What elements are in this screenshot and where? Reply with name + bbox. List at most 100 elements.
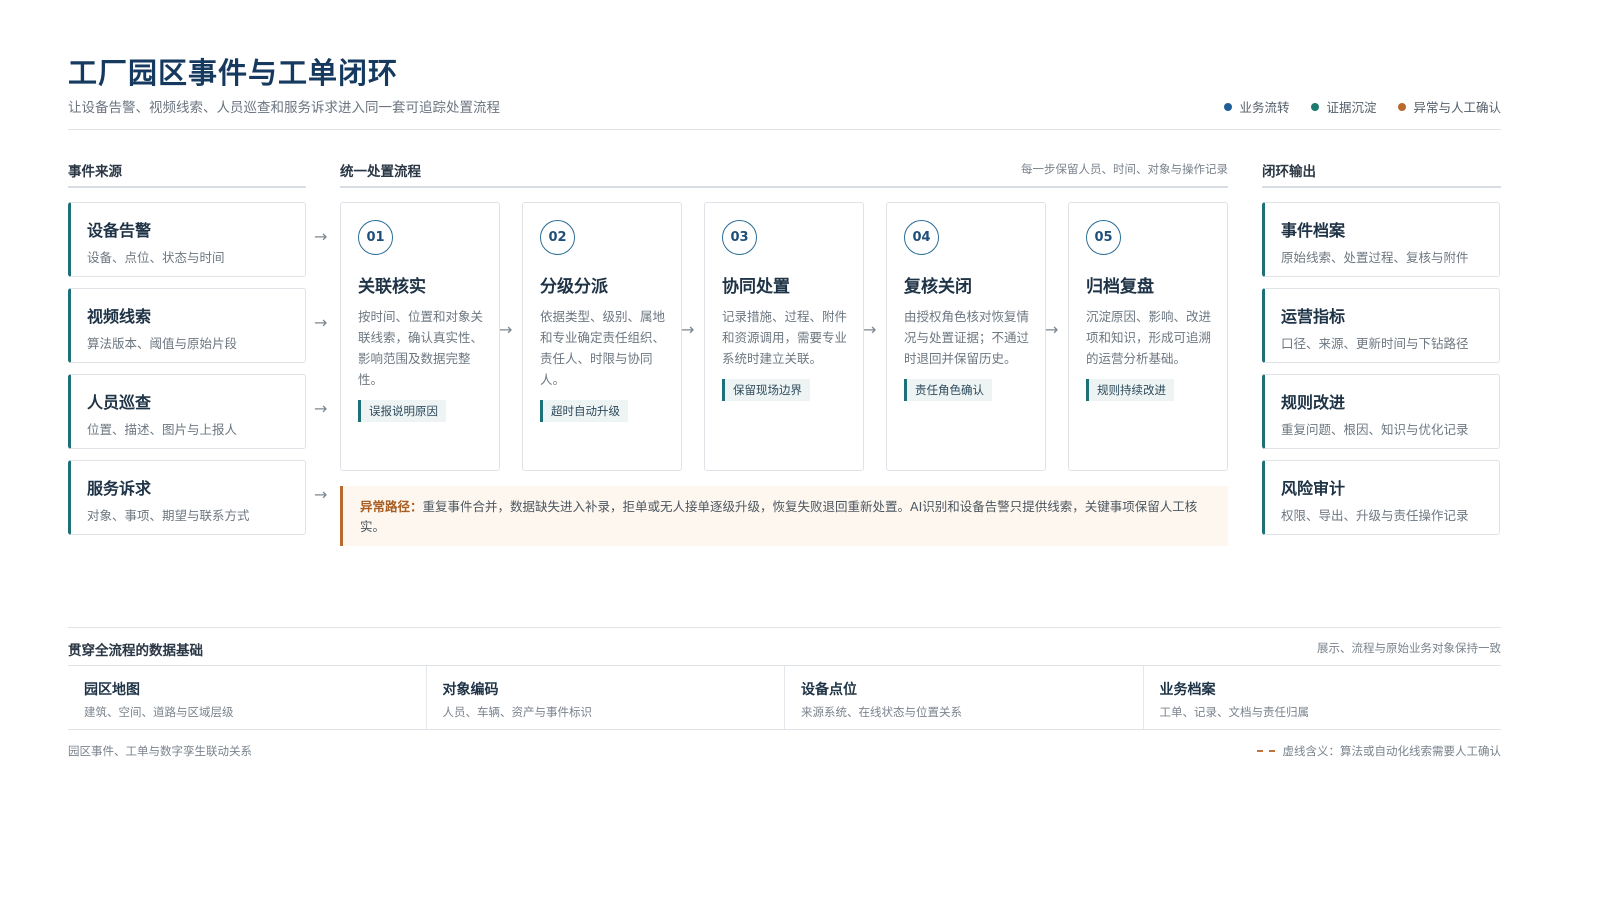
- output-desc: 原始线索、处置过程、复核与附件: [1281, 250, 1469, 265]
- legend-dot-evidence: [1311, 102, 1320, 111]
- arrow-icon: →: [314, 485, 328, 504]
- step-card-review[interactable]: 04 复核关闭 由授权角色核对恢复情况与处置证据；不通过时退回并保留历史。 责任…: [886, 202, 1046, 471]
- source-desc: 位置、描述、图片与上报人: [87, 422, 238, 437]
- foundation-desc: 人员、车辆、资产与事件标识: [442, 705, 593, 719]
- foundation-title: 对象编码: [442, 682, 499, 698]
- foundation-note: 展示、流程与原始业务对象保持一致: [1317, 641, 1501, 655]
- foundation-desc: 建筑、空间、道路与区域层级: [84, 705, 234, 719]
- foundation-desc: 来源系统、在线状态与位置关系: [801, 705, 962, 719]
- foundation-cell-device-point[interactable]: 设备点位 来源系统、在线状态与位置关系: [784, 666, 1143, 729]
- process-rule: [340, 186, 1228, 188]
- source-card-service[interactable]: 服务诉求 对象、事项、期望与联系方式: [68, 460, 306, 535]
- foundation-divider: [68, 627, 1501, 628]
- legend-item-flow: 业务流转: [1224, 97, 1289, 116]
- step-desc: 按时间、位置和对象关联线索，确认真实性、影响范围及数据完整性。: [358, 309, 484, 387]
- legend-dot-flow: [1224, 102, 1233, 111]
- output-title: 风险审计: [1281, 479, 1346, 498]
- output-card-event-archive[interactable]: 事件档案 原始线索、处置过程、复核与附件: [1262, 202, 1500, 277]
- step-number: 03: [722, 220, 757, 255]
- foundation-desc: 工单、记录、文档与责任归属: [1159, 705, 1310, 719]
- output-desc: 权限、导出、升级与责任操作记录: [1281, 508, 1469, 523]
- step-card-dispatch[interactable]: 02 分级分派 依据类型、级别、属地和专业确定责任组织、责任人、时限与协同人。 …: [522, 202, 682, 471]
- arrow-icon: →: [863, 320, 877, 339]
- step-tag: 误报说明原因: [358, 400, 446, 422]
- source-title: 设备告警: [87, 221, 152, 240]
- outputs-rule: [1262, 186, 1501, 188]
- output-card-audit[interactable]: 风险审计 权限、导出、升级与责任操作记录: [1262, 460, 1500, 535]
- step-title: 分级分派: [540, 277, 608, 297]
- foundation-cell-object-code[interactable]: 对象编码 人员、车辆、资产与事件标识: [425, 666, 785, 729]
- outputs-heading: 闭环输出: [1262, 164, 1316, 180]
- arrow-icon: →: [499, 320, 513, 339]
- sources-rule: [68, 186, 306, 188]
- arrow-icon: →: [1045, 320, 1059, 339]
- foundation-title: 业务档案: [1159, 682, 1216, 698]
- step-number: 01: [358, 220, 393, 255]
- output-title: 规则改进: [1281, 393, 1346, 412]
- dashed-line-icon: [1256, 750, 1275, 752]
- source-title: 人员巡查: [87, 393, 152, 412]
- step-desc: 记录措施、过程、附件和资源调用，需要专业系统时建立关联。: [722, 309, 848, 366]
- source-desc: 算法版本、阈值与原始片段: [87, 336, 238, 351]
- step-number: 04: [904, 220, 939, 255]
- legend-item-exception: 异常与人工确认: [1398, 97, 1501, 116]
- step-number: 05: [1086, 220, 1121, 255]
- arrow-icon: →: [314, 227, 328, 246]
- legend-label: 业务流转: [1239, 100, 1290, 115]
- arrow-icon: →: [681, 320, 695, 339]
- header-divider: [68, 129, 1501, 130]
- legend-dot-exception: [1398, 102, 1407, 111]
- exception-path-note: 异常路径：重复事件合并，数据缺失进入补录，拒单或无人接单逐级升级，恢复失败退回重…: [340, 486, 1228, 546]
- step-desc: 依据类型、级别、属地和专业确定责任组织、责任人、时限与协同人。: [540, 309, 666, 387]
- legend: 业务流转 证据沉淀 异常与人工确认: [1224, 97, 1501, 116]
- process-note: 每一步保留人员、时间、对象与操作记录: [1021, 162, 1228, 176]
- step-desc: 由授权角色核对恢复情况与处置证据；不通过时退回并保留历史。: [904, 309, 1030, 366]
- sources-heading: 事件来源: [68, 164, 122, 180]
- step-desc: 沉淀原因、影响、改进项和知识，形成可追溯的运营分析基础。: [1086, 309, 1212, 366]
- step-title: 协同处置: [722, 277, 790, 297]
- arrow-icon: →: [314, 313, 328, 332]
- output-desc: 口径、来源、更新时间与下钻路径: [1281, 336, 1469, 351]
- output-card-metrics[interactable]: 运营指标 口径、来源、更新时间与下钻路径: [1262, 288, 1500, 363]
- step-title: 关联核实: [358, 277, 426, 297]
- foundation-cell-business-archive[interactable]: 业务档案 工单、记录、文档与责任归属: [1142, 666, 1502, 729]
- foundation-cell-map[interactable]: 园区地图 建筑、空间、道路与区域层级: [68, 666, 426, 729]
- arrow-icon: →: [314, 399, 328, 418]
- legend-label: 异常与人工确认: [1413, 100, 1501, 115]
- exception-label: 异常路径：: [360, 499, 423, 514]
- source-title: 视频线索: [87, 307, 152, 326]
- step-title: 归档复盘: [1086, 277, 1154, 297]
- legend-item-evidence: 证据沉淀: [1311, 97, 1376, 116]
- source-card-video[interactable]: 视频线索 算法版本、阈值与原始片段: [68, 288, 306, 363]
- step-tag: 规则持续改进: [1086, 379, 1174, 401]
- foundation-heading: 贯穿全流程的数据基础: [68, 643, 203, 659]
- source-card-patrol[interactable]: 人员巡查 位置、描述、图片与上报人: [68, 374, 306, 449]
- page-subtitle: 让设备告警、视频线索、人员巡查和服务诉求进入同一套可追踪处置流程: [68, 100, 500, 116]
- source-title: 服务诉求: [87, 479, 152, 498]
- step-number: 02: [540, 220, 575, 255]
- source-card-device-alarm[interactable]: 设备告警 设备、点位、状态与时间: [68, 202, 306, 277]
- step-tag: 保留现场边界: [722, 379, 810, 401]
- footer-legend: 虚线含义：算法或自动化线索需要人工确认: [1256, 743, 1502, 759]
- page-title: 工厂园区事件与工单闭环: [68, 56, 399, 90]
- step-tag: 超时自动升级: [540, 400, 628, 422]
- source-desc: 设备、点位、状态与时间: [87, 250, 225, 265]
- step-tag: 责任角色确认: [904, 379, 992, 401]
- step-card-archive[interactable]: 05 归档复盘 沉淀原因、影响、改进项和知识，形成可追溯的运营分析基础。 规则持…: [1068, 202, 1228, 471]
- output-card-rules[interactable]: 规则改进 重复问题、根因、知识与优化记录: [1262, 374, 1500, 449]
- step-card-verify[interactable]: 01 关联核实 按时间、位置和对象关联线索，确认真实性、影响范围及数据完整性。 …: [340, 202, 500, 471]
- output-title: 运营指标: [1281, 307, 1346, 326]
- source-desc: 对象、事项、期望与联系方式: [87, 508, 250, 523]
- output-title: 事件档案: [1281, 221, 1346, 240]
- exception-text: 重复事件合并，数据缺失进入补录，拒单或无人接单逐级升级，恢复失败退回重新处置。A…: [360, 499, 1198, 534]
- legend-label: 证据沉淀: [1326, 100, 1377, 115]
- step-card-handle[interactable]: 03 协同处置 记录措施、过程、附件和资源调用，需要专业系统时建立关联。 保留现…: [704, 202, 864, 471]
- foundation-title: 园区地图: [84, 682, 140, 698]
- process-heading: 统一处置流程: [340, 164, 421, 180]
- step-title: 复核关闭: [904, 277, 972, 297]
- footer-caption: 园区事件、工单与数字孪生联动关系: [68, 744, 252, 758]
- foundation-row: 园区地图 建筑、空间、道路与区域层级 对象编码 人员、车辆、资产与事件标识 设备…: [68, 665, 1501, 730]
- footer-legend-text: 虚线含义：算法或自动化线索需要人工确认: [1282, 744, 1502, 758]
- output-desc: 重复问题、根因、知识与优化记录: [1281, 422, 1469, 437]
- foundation-title: 设备点位: [801, 682, 857, 698]
